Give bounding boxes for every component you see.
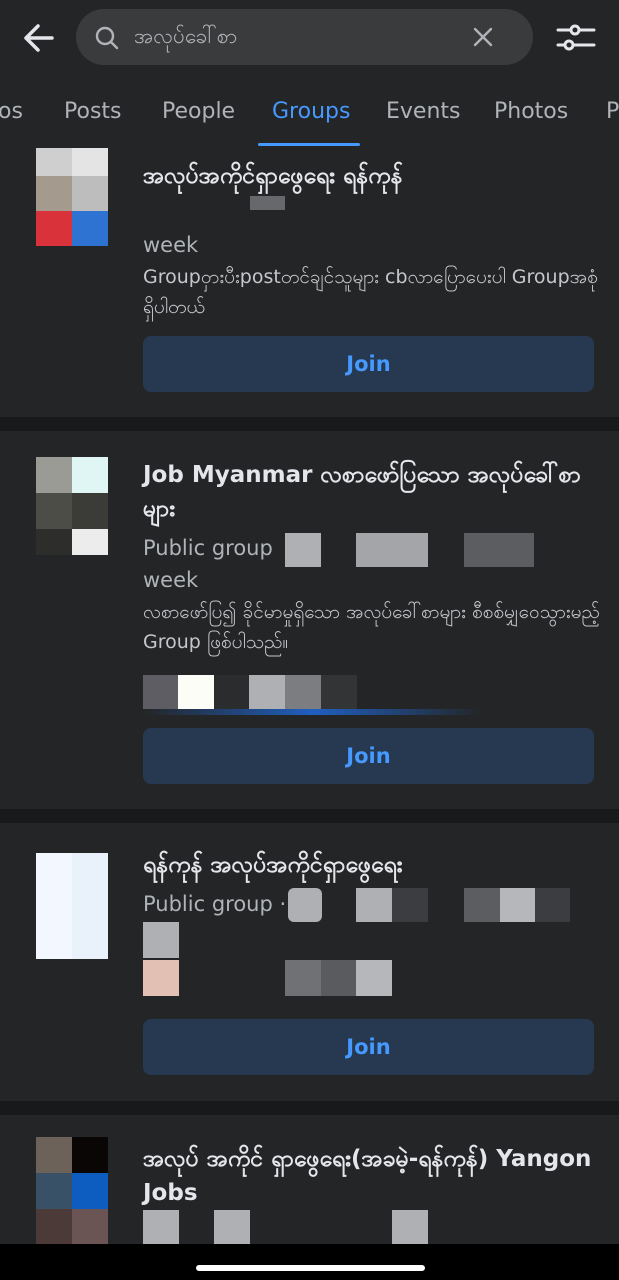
group-name[interactable]: အလုပ်အကိုင်ရှာဖွေရေး ရန်ကုန် (143, 159, 603, 193)
filter-button[interactable] (554, 18, 598, 58)
back-arrow-icon (24, 24, 54, 52)
group-activity: day (143, 1237, 182, 1244)
group-cover-image[interactable] (36, 457, 108, 555)
join-button[interactable]: Join (143, 1019, 594, 1075)
redacted-block (250, 196, 285, 210)
redacted-block (143, 960, 179, 996)
group-cover-image[interactable] (36, 1137, 108, 1244)
redacted-block (143, 922, 179, 958)
member-avatars (143, 675, 357, 709)
redacted-block (143, 709, 483, 715)
group-name[interactable]: Job Myanmar လစာဖော်ပြသော အလုပ်ခေါ်စာများ (143, 458, 603, 526)
group-result-card[interactable]: အလုပ်အကိုင်ရှာဖွေရေး ရန်ကုန် week Groupဝ… (0, 148, 619, 417)
group-cover-image[interactable] (36, 148, 108, 246)
group-privacy: Public group · (143, 892, 287, 916)
redacted-block (214, 1210, 250, 1244)
filter-sliders-icon (556, 24, 596, 51)
join-button[interactable]: Join (143, 728, 594, 784)
back-button[interactable] (16, 18, 60, 58)
group-description: Groupဝှားပီးpostတင်ချင်သူများ cbလာပြောပေ… (143, 266, 598, 318)
join-button[interactable]: Join (143, 336, 594, 392)
search-icon (95, 26, 119, 50)
tab-posts[interactable]: Posts (64, 99, 122, 124)
group-activity: week (143, 233, 199, 257)
redacted-block (464, 888, 570, 922)
group-name[interactable]: အလုပ် အကိုင် ရှာဖွေရေး(အခမဲ့-ရန်ကုန်) Ya… (143, 1142, 603, 1210)
group-privacy: Public group (143, 536, 273, 560)
active-tab-indicator (258, 143, 360, 146)
search-input[interactable]: အလုပ်ခေါ်စာ (76, 9, 533, 65)
group-description: လစာဖော်ပြ၍ ခိုင်မာမှုရှိသော အလုပ်ခေါ်စာမ… (143, 601, 600, 653)
search-filter-tabs: os Posts People Groups Events Photos P (0, 72, 619, 148)
tab-all[interactable]: os (0, 99, 23, 124)
redacted-block (285, 533, 321, 567)
group-result-card[interactable]: အလုပ် အကိုင် ရှာဖွေရေး(အခမဲ့-ရန်ကုန်) Ya… (0, 1115, 619, 1244)
search-query-text[interactable]: အလုပ်ခေါ်စာ (134, 23, 237, 54)
clear-search-icon[interactable] (471, 25, 495, 49)
tab-groups[interactable]: Groups (272, 99, 350, 124)
redacted-block (392, 1210, 428, 1244)
system-navigation-bar (0, 1244, 619, 1280)
tab-photos[interactable]: Photos (494, 99, 568, 124)
redacted-block (464, 533, 534, 567)
tab-events[interactable]: Events (386, 99, 461, 124)
tab-people[interactable]: People (162, 99, 235, 124)
redacted-block (288, 888, 322, 922)
redacted-block (356, 533, 428, 567)
tab-more[interactable]: P (606, 99, 619, 124)
group-activity: week (143, 568, 199, 592)
group-cover-image[interactable] (36, 853, 108, 959)
redacted-block (285, 960, 392, 996)
group-name[interactable]: ရန်ကုန် အလုပ်အကိုင်ရှာဖွေရေး (143, 848, 603, 882)
group-result-card[interactable]: Job Myanmar လစာဖော်ပြသော အလုပ်ခေါ်စာများ… (0, 431, 619, 809)
group-result-card[interactable]: ရန်ကုန် အလုပ်အကိုင်ရှာဖွေရေး Public grou… (0, 823, 619, 1101)
top-bar: အလုပ်ခေါ်စာ (0, 0, 619, 72)
home-indicator[interactable] (196, 1265, 425, 1271)
redacted-block (356, 888, 428, 922)
